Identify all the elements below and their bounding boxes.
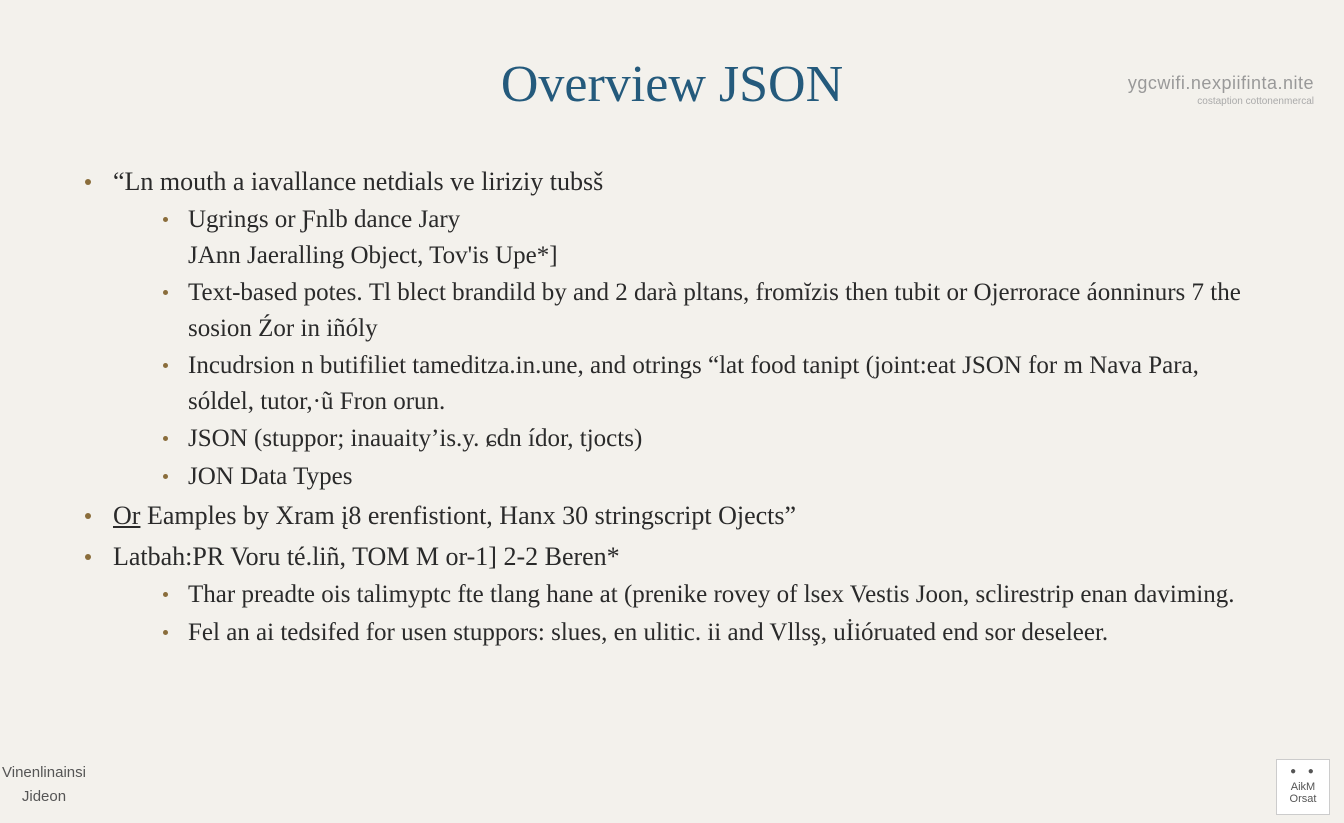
footer-right-badge: ● ● AikM Orsat xyxy=(1276,759,1330,815)
bullet-1-4: JSON (stuppor; inauaity’is.y. ɕdn ídor, … xyxy=(163,421,1259,457)
bullet-1: “Ln mouth a iavallance netdials ve liriz… xyxy=(85,164,1259,494)
bullet-3-1: Thar preadte ois talimyptc fte tlang han… xyxy=(163,577,1259,613)
watermark-main: ygcwifi.nexpiifinta.nite xyxy=(1128,73,1314,94)
bullet-text: Text-based potes. Тl blect brandild by a… xyxy=(188,275,1259,346)
bullet-text: “Ln mouth a iavallance netdials ve liriz… xyxy=(113,164,1259,200)
bullet-dot-icon xyxy=(163,290,168,295)
footer-right-line2: Orsat xyxy=(1277,793,1329,805)
bullet-text: Latbah:PR Voru té.liñ, TOM M or-1] 2-2 B… xyxy=(113,539,1259,575)
bullet-text: JON Data Types xyxy=(188,459,1259,495)
bullet-1-5: JON Data Types xyxy=(163,459,1259,495)
bullet-dot-icon xyxy=(85,513,91,519)
bullet-text: Incudrsion n butifiliet tameditza.in.une… xyxy=(188,348,1259,419)
bullet-1-2: Text-based potes. Тl blect brandild by a… xyxy=(163,275,1259,346)
bullet-dot-icon xyxy=(163,630,168,635)
bullet-dot-icon xyxy=(163,474,168,479)
bullet-2: Or Eamples by Xram į8 erenfistiont, Hanx… xyxy=(85,498,1259,534)
bullet-3-2: Fel an ai tedsifed for usen stuppors: sl… xyxy=(163,615,1259,651)
bullet-dot-icon xyxy=(85,554,91,560)
slide-content: “Ln mouth a iavallance netdials ve liriz… xyxy=(85,164,1259,650)
bullet-text: Fel an ai tedsifed for usen stuppors: sl… xyxy=(188,615,1259,651)
bullet-text: Thar preadte ois talimyptc fte tlang han… xyxy=(188,577,1259,613)
watermark-top: ygcwifi.nexpiifinta.nite costaption cott… xyxy=(1128,73,1314,107)
watermark-sub: costaption cottonenmercal xyxy=(1128,96,1314,107)
footer-right-line1: AikM xyxy=(1277,781,1329,793)
bullet-1-1: Ugrings or Ƒnlb dance Jary JAnn Jaeralli… xyxy=(163,202,1259,273)
bullet-dot-icon xyxy=(163,592,168,597)
bullet-3: Latbah:PR Voru té.liñ, TOM M or-1] 2-2 B… xyxy=(85,539,1259,650)
bullet-dot-icon xyxy=(163,217,168,222)
footer-left: Vinenlinainsi Jideon xyxy=(2,761,86,809)
bullet-text: Or Eamples by Xram į8 erenfistiont, Hanx… xyxy=(113,498,1259,534)
bullet-dot-icon xyxy=(163,436,168,441)
footer-left-line1: Vinenlinainsi xyxy=(2,761,86,785)
bullet-dot-icon xyxy=(163,363,168,368)
bullet-dot-icon xyxy=(85,179,91,185)
bullet-text: JSON (stuppor; inauaity’is.y. ɕdn ídor, … xyxy=(188,421,1259,457)
footer-left-line2: Jideon xyxy=(2,785,86,809)
bullet-1-3: Incudrsion n butifiliet tameditza.in.une… xyxy=(163,348,1259,419)
bullet-text: Ugrings or Ƒnlb dance Jary JAnn Jaeralli… xyxy=(188,202,1259,273)
